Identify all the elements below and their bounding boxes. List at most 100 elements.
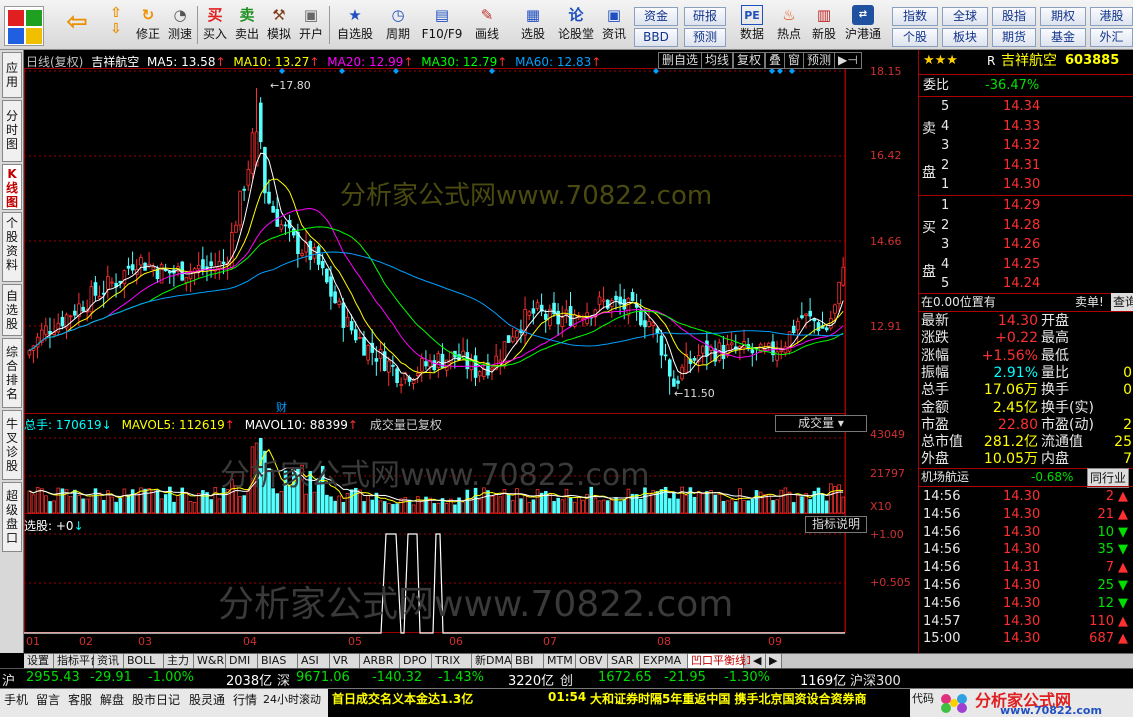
same-industry-button[interactable]: 同行业: [1087, 468, 1130, 488]
futures-button[interactable]: 期货: [992, 28, 1036, 47]
indicator-tab[interactable]: ASI: [298, 654, 330, 669]
indicator-tab[interactable]: BBI: [512, 654, 544, 669]
sell-level[interactable]: 5 14.34: [919, 98, 1133, 116]
hk-connect-button[interactable]: ⇄ 沪港通: [843, 3, 883, 47]
financial-report-marker[interactable]: 财: [276, 399, 287, 415]
simulate-button[interactable]: ⚒ 模拟: [264, 3, 294, 47]
cycle-button[interactable]: ◷ 周期: [378, 3, 418, 47]
funds-button[interactable]: 基金: [1040, 28, 1086, 47]
options-button[interactable]: 期权: [1040, 7, 1086, 26]
buy-level[interactable]: 2 14.28: [919, 217, 1133, 235]
app-logo-icon[interactable]: [4, 6, 44, 46]
new-stock-button[interactable]: ▥ 新股: [808, 3, 840, 47]
indicator-tab[interactable]: OBV: [576, 654, 608, 669]
sell-level[interactable]: 4 14.33: [919, 118, 1133, 136]
forecast-button[interactable]: 预测: [684, 28, 726, 47]
adjust-button[interactable]: 复权: [733, 52, 766, 69]
market-link[interactable]: 行情: [233, 691, 257, 708]
indicator-tab[interactable]: SAR: [608, 654, 640, 669]
research-button[interactable]: 研报: [684, 7, 726, 26]
open-account-button[interactable]: ▣ 开户: [296, 3, 326, 47]
gulingtong-link[interactable]: 股灵通: [189, 691, 225, 708]
overlay-button[interactable]: 叠: [765, 52, 786, 69]
indicator-tab[interactable]: 指标平台: [54, 654, 101, 669]
remove-watchlist-button[interactable]: 删自选: [658, 52, 703, 69]
sector-button[interactable]: 板块: [942, 28, 988, 47]
predict-button[interactable]: 预测: [803, 52, 836, 69]
tab-super-depth[interactable]: 超级盘口: [2, 482, 22, 552]
service-link[interactable]: 客服: [68, 691, 92, 708]
industry-name[interactable]: 机场航运: [921, 468, 969, 486]
tab-stock-profile[interactable]: 个股资料: [2, 212, 22, 282]
bbd-button[interactable]: BBD: [634, 28, 678, 47]
stock-screen-button[interactable]: ▦ 选股: [512, 3, 554, 47]
volume-indicator-select[interactable]: 成交量 ▾: [775, 415, 867, 432]
sh-index[interactable]: 2955.43: [26, 670, 80, 685]
buy-level[interactable]: 4 14.25: [919, 256, 1133, 274]
buy-level[interactable]: 5 14.24: [919, 275, 1133, 293]
sell-level[interactable]: 3 14.32: [919, 137, 1133, 155]
ma-button[interactable]: 均线: [701, 52, 734, 69]
cy-index[interactable]: 1672.65: [598, 670, 652, 685]
indicator-tab[interactable]: 资讯: [94, 654, 124, 669]
analysis-link[interactable]: 解盘: [100, 691, 124, 708]
indicator-tab[interactable]: DPO: [400, 654, 432, 669]
hk-stock-button[interactable]: 港股: [1090, 7, 1133, 26]
tab-intraday[interactable]: 分时图: [2, 100, 22, 162]
indicator-help-button[interactable]: 指标说明: [805, 516, 867, 533]
indicator-tab[interactable]: DMI: [226, 654, 258, 669]
indicator-tab[interactable]: MTM: [544, 654, 576, 669]
query-button[interactable]: 查询: [1111, 293, 1133, 311]
buy-level[interactable]: 3 14.26: [919, 236, 1133, 254]
sell-level[interactable]: 1 14.30: [919, 176, 1133, 194]
stock-index-futures-button[interactable]: 股指: [992, 7, 1036, 26]
indicator-tab[interactable]: 新DMA: [472, 654, 512, 669]
page-up-down-button[interactable]: ⇧ ⇩: [100, 3, 132, 47]
index-button[interactable]: 指数: [892, 7, 938, 26]
diary-link[interactable]: 股市日记: [132, 691, 180, 708]
data-button[interactable]: PE 数据: [736, 3, 768, 47]
news-item-1[interactable]: 首日成交名义本金达1.3亿: [332, 690, 473, 707]
message-link[interactable]: 留言: [36, 691, 60, 708]
draw-line-button[interactable]: ✎ 画线: [468, 3, 506, 47]
mobile-link[interactable]: 手机: [4, 691, 28, 708]
kline-chart-panel[interactable]: 日线(复权) 吉祥航空 MA5: 13.58↑ MA10: 13.27↑ MA2…: [24, 50, 918, 653]
indicator-tab[interactable]: BOLL: [124, 654, 164, 669]
indicator-tab[interactable]: TRIX: [432, 654, 472, 669]
buy-button[interactable]: 买 买入: [200, 3, 230, 47]
watchlist-button[interactable]: ★ 自选股: [333, 3, 377, 47]
tab-apps[interactable]: 应用: [2, 52, 22, 98]
indicator-tab[interactable]: 主力: [164, 654, 194, 669]
news-button[interactable]: ▣ 资讯: [598, 3, 630, 47]
sell-level[interactable]: 2 14.31: [919, 157, 1133, 175]
scroll-right-icon[interactable]: ▶: [766, 654, 782, 669]
speed-test-button[interactable]: ◔ 测速: [165, 3, 195, 47]
tab-ranking[interactable]: 综合排名: [2, 338, 22, 408]
tab-diagnosis[interactable]: 牛叉诊股: [2, 410, 22, 480]
indicator-tab[interactable]: ARBR: [360, 654, 400, 669]
sz-index[interactable]: 9671.06: [296, 670, 350, 685]
buy-level[interactable]: 1 14.29: [919, 197, 1133, 215]
hs300-label[interactable]: 沪深300: [850, 670, 901, 689]
single-stock-button[interactable]: 个股: [892, 28, 938, 47]
scroll-left-icon[interactable]: ◀: [750, 654, 766, 669]
forum-button[interactable]: 论 论股堂: [556, 3, 596, 47]
tab-kline[interactable]: K线图: [2, 164, 22, 210]
indicator-tab[interactable]: 凹口平衡线1: [688, 654, 753, 669]
indicator-tab[interactable]: BIAS: [258, 654, 298, 669]
indicator-tab[interactable]: EXPMA: [640, 654, 688, 669]
tab-watchlist[interactable]: 自选股: [2, 284, 22, 336]
global-button[interactable]: 全球: [942, 7, 988, 26]
news-24h-link[interactable]: 24小时滚动: [263, 691, 321, 707]
indicator-tab[interactable]: VR: [330, 654, 360, 669]
fund-button[interactable]: 资金: [634, 7, 678, 26]
news-item-2[interactable]: 大和证券时隔5年重返中国 携手北京国资设合资券商: [590, 690, 867, 707]
forex-button[interactable]: 外汇: [1090, 28, 1133, 47]
indicator-tab[interactable]: 设置: [24, 654, 54, 669]
sell-button[interactable]: 卖 卖出: [232, 3, 262, 47]
indicator-tab[interactable]: W&R: [194, 654, 226, 669]
back-button[interactable]: ⇦: [60, 3, 94, 47]
refresh-button[interactable]: ↻ 修正: [133, 3, 163, 47]
f10-button[interactable]: ▤ F10/F9: [420, 3, 464, 47]
hotspot-button[interactable]: ♨ 热点: [773, 3, 805, 47]
